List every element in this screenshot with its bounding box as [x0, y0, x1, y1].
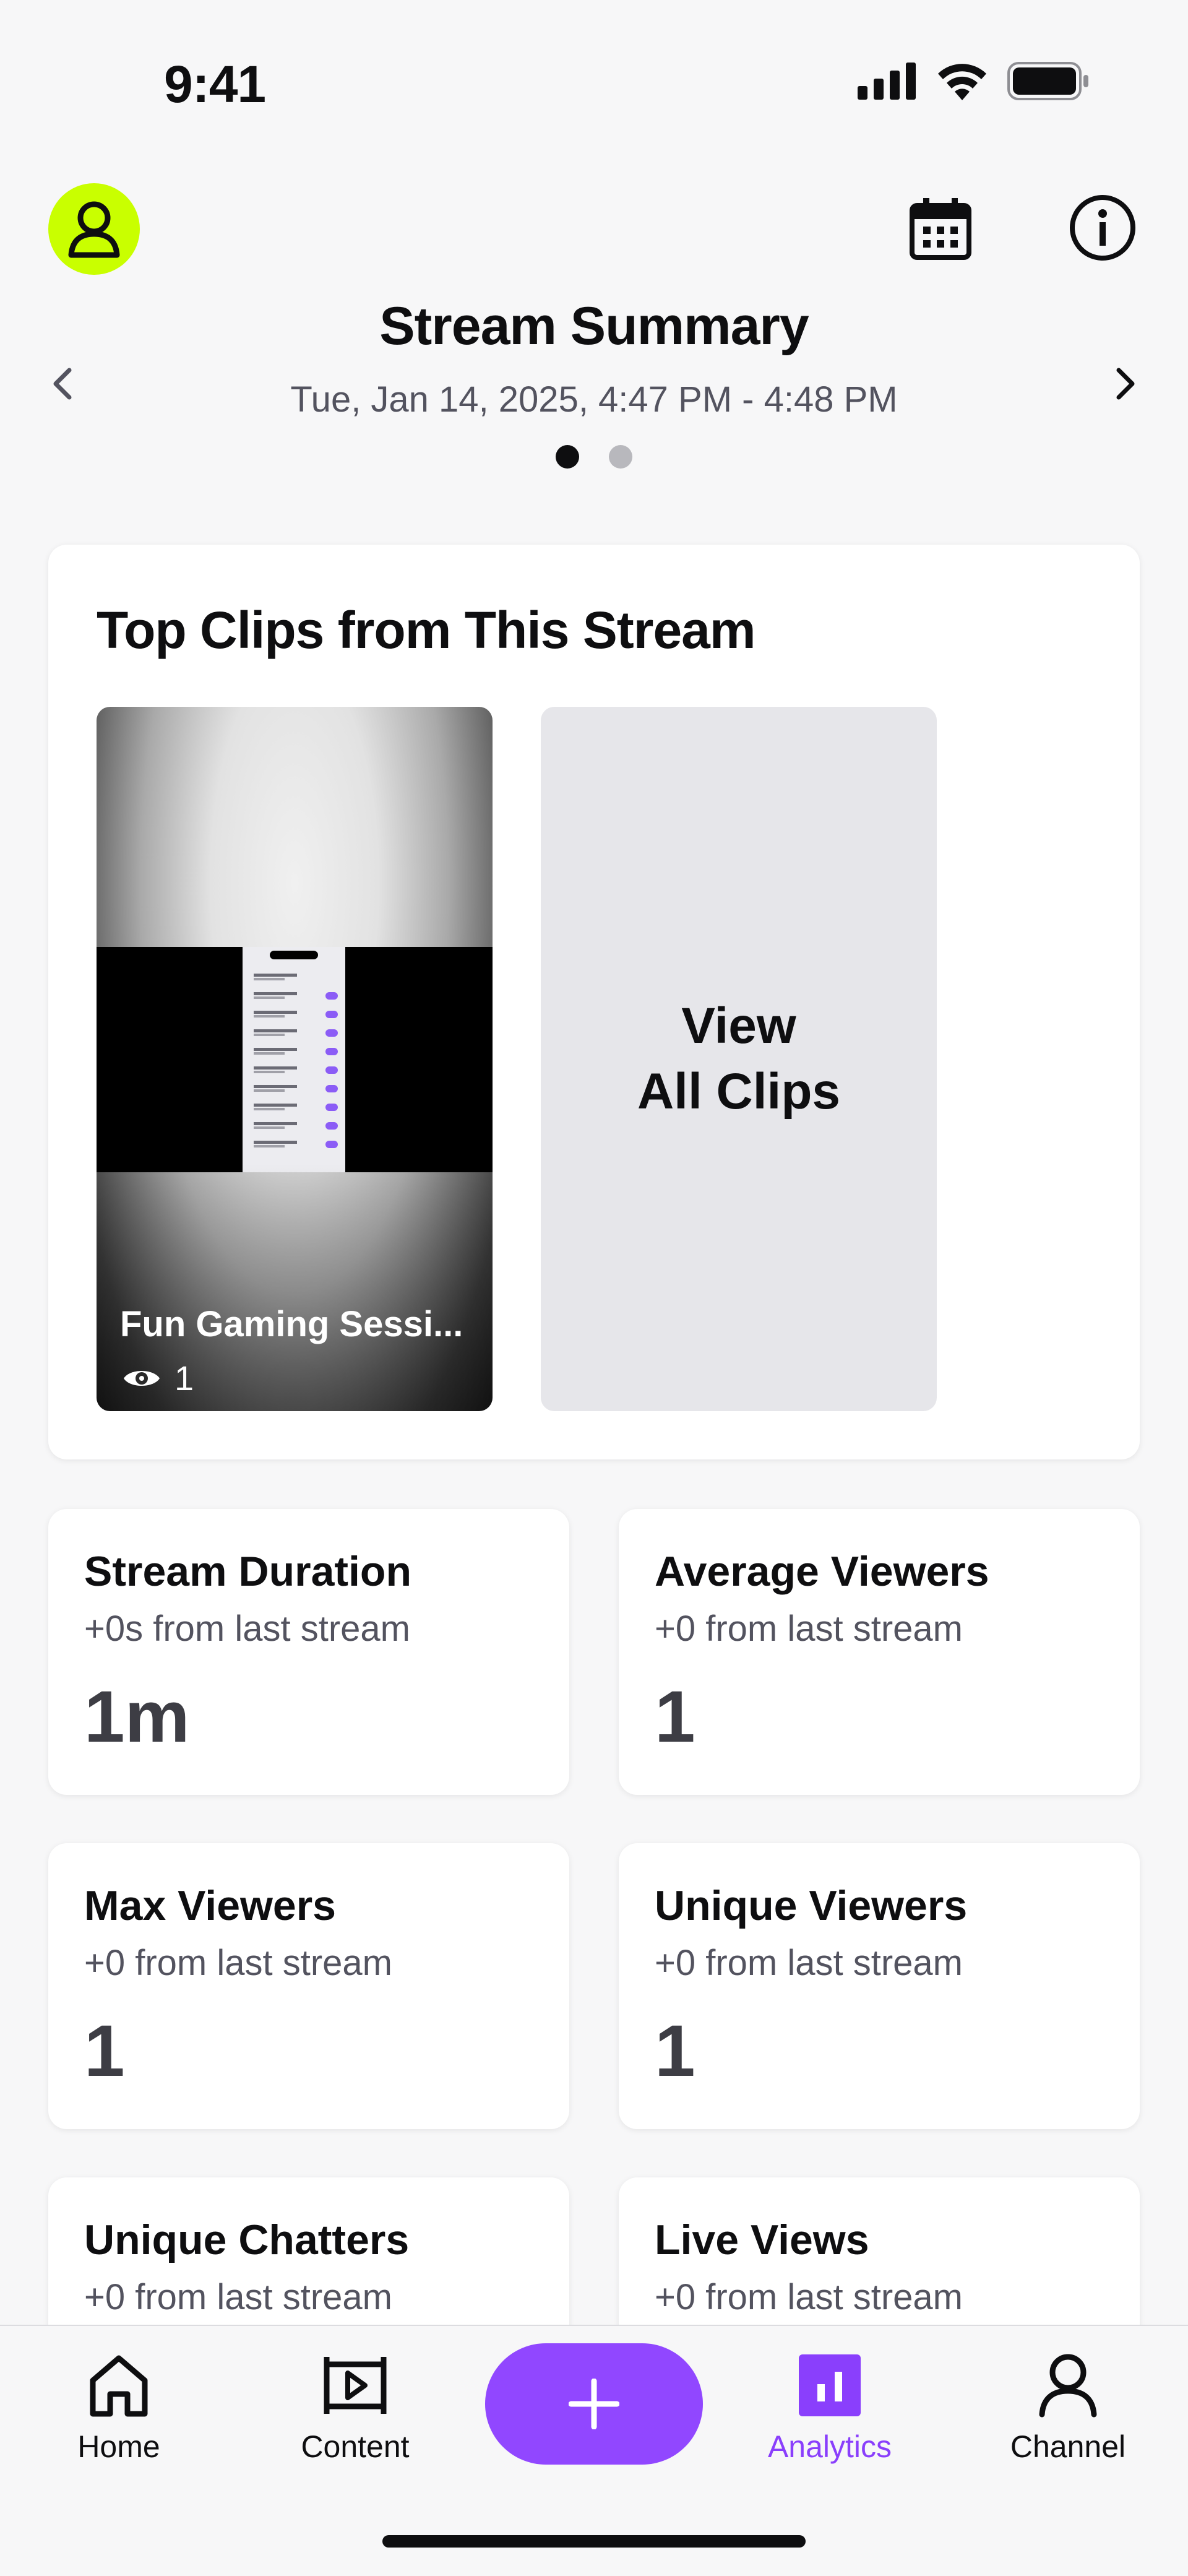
film-icon	[324, 2357, 387, 2414]
top-clips-card: Top Clips from This Stream Fun Gaming Se…	[48, 545, 1140, 1459]
page-indicator[interactable]	[0, 445, 1188, 469]
home-icon	[90, 2355, 148, 2417]
person-icon	[1039, 2354, 1097, 2418]
top-clips-title: Top Clips from This Stream	[97, 601, 756, 659]
calendar-button[interactable]	[905, 193, 976, 265]
nav-label-content: Content	[301, 2429, 410, 2464]
plus-icon	[569, 2379, 619, 2429]
nav-item-analytics[interactable]: Analytics	[737, 2348, 923, 2484]
stat-label: Unique Chatters	[84, 2216, 410, 2263]
stat-delta: +0 from last stream	[655, 1943, 963, 1983]
nav-label-analytics: Analytics	[767, 2429, 892, 2464]
clip-preview-screen	[243, 947, 345, 1172]
view-all-clips-label: View All Clips	[637, 998, 841, 1120]
stat-label: Unique Viewers	[655, 1882, 968, 1929]
page-title: Stream Summary	[379, 296, 809, 356]
stat-card-max-viewers[interactable]: Max Viewers +0 from last stream 1	[48, 1843, 569, 2129]
clip-view-count: 1	[123, 1358, 194, 1398]
stat-label: Live Views	[655, 2216, 869, 2263]
info-icon	[1070, 195, 1135, 261]
stat-label: Average Viewers	[655, 1548, 989, 1595]
view-all-clips-button[interactable]: View All Clips	[541, 707, 937, 1411]
stat-card-unique-viewers[interactable]: Unique Viewers +0 from last stream 1	[619, 1843, 1140, 2129]
info-button[interactable]	[1065, 191, 1140, 265]
analytics-icon	[799, 2354, 861, 2416]
stat-label: Stream Duration	[84, 1548, 411, 1595]
clip-title: Fun Gaming Sessi...	[120, 1304, 463, 1344]
wifi-icon	[938, 64, 986, 100]
home-indicator[interactable]	[382, 2535, 806, 2548]
cellular-signal-icon	[858, 63, 916, 100]
status-icons	[858, 62, 1089, 100]
bottom-navigation: Home Content Analytics Channel	[0, 2325, 1188, 2576]
chevron-right-icon	[1116, 368, 1135, 400]
stat-card-stream-duration[interactable]: Stream Duration +0s from last stream 1m	[48, 1509, 569, 1795]
page-dot-2[interactable]	[609, 445, 632, 469]
stat-value: 1m	[84, 1676, 190, 1758]
page-dot-1[interactable]	[556, 445, 579, 469]
eye-icon	[124, 1370, 160, 1386]
stat-delta: +0 from last stream	[84, 1943, 392, 1983]
nav-item-channel[interactable]: Channel	[975, 2348, 1161, 2484]
create-button[interactable]	[485, 2343, 703, 2465]
calendar-icon	[910, 198, 971, 260]
stat-value: 1	[655, 2010, 695, 2092]
status-bar: 9:41	[0, 0, 1188, 161]
person-icon	[68, 201, 120, 258]
stat-delta: +0 from last stream	[655, 2277, 963, 2317]
battery-icon	[1007, 62, 1088, 100]
stat-label: Max Viewers	[84, 1882, 337, 1929]
nav-item-content[interactable]: Content	[262, 2348, 448, 2484]
nav-label-home: Home	[77, 2429, 160, 2464]
stat-value: 1	[655, 1676, 695, 1758]
stat-value: 1	[84, 2010, 125, 2092]
stream-date-range: Tue, Jan 14, 2025, 4:47 PM - 4:48 PM	[290, 379, 898, 420]
nav-item-home[interactable]: Home	[26, 2348, 212, 2484]
stat-delta: +0 from last stream	[84, 2277, 392, 2317]
clip-views-value: 1	[174, 1359, 194, 1398]
stat-delta: +0s from last stream	[84, 1609, 410, 1649]
stat-card-average-viewers[interactable]: Average Viewers +0 from last stream 1	[619, 1509, 1140, 1795]
clip-thumbnail[interactable]: Fun Gaming Sessi... 1	[97, 707, 493, 1411]
profile-avatar-button[interactable]	[48, 183, 140, 275]
next-stream-button[interactable]	[1108, 359, 1145, 408]
stat-delta: +0 from last stream	[655, 1609, 963, 1649]
nav-label-channel: Channel	[1010, 2429, 1126, 2464]
status-time: 9:41	[164, 55, 266, 113]
